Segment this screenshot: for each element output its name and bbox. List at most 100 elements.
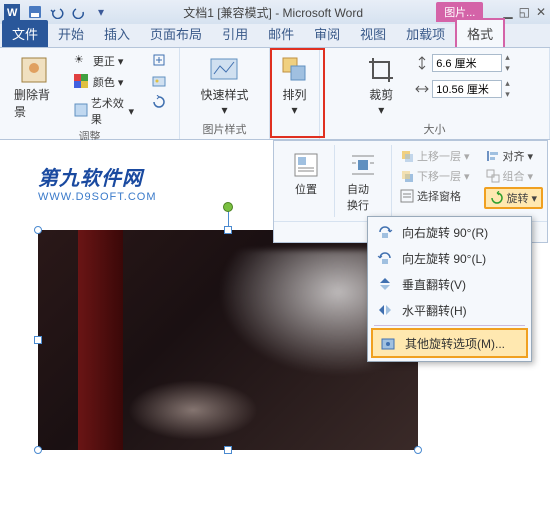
artistic-button[interactable]: 艺术效果▾ [71, 94, 137, 128]
layer-group: 上移一层▾ 下移一层▾ 选择窗格 [392, 145, 478, 217]
menu-flip-vertical[interactable]: 垂直翻转(V) [370, 271, 529, 297]
tab-layout[interactable]: 页面布局 [140, 20, 212, 47]
reset-pic-button[interactable] [149, 94, 171, 112]
wrap-text-button[interactable]: 自动换行 [341, 147, 385, 215]
backward-icon [400, 169, 414, 183]
ribbon: 删除背景 ☀更正▾ 颜色▾ 艺术效果▾ 调整 快速样式▾ 图片样式 排列▾ [0, 48, 550, 140]
undo-button[interactable] [48, 3, 66, 21]
handle-br[interactable] [414, 446, 422, 454]
handle-bl[interactable] [34, 446, 42, 454]
menu-rotate-left[interactable]: 向左旋转 90°(L) [370, 245, 529, 271]
handle-l[interactable] [34, 336, 42, 344]
rotate-left-icon [376, 249, 394, 267]
compress-icon [152, 53, 168, 69]
flip-h-icon [376, 301, 394, 319]
height-input[interactable] [432, 54, 502, 72]
crop-icon [365, 54, 397, 86]
rotate-icon [490, 191, 504, 205]
wrap-group: 自动换行 [335, 145, 392, 217]
stepper-icon[interactable]: ▴▾ [505, 78, 510, 100]
watermark-line2: WWW.D9SOFT.COM [38, 191, 157, 203]
group-size: 裁剪▾ ▴▾ ▴▾ 大小 [320, 48, 550, 139]
image-content [38, 230, 418, 450]
align-button[interactable]: 对齐▾ [484, 147, 544, 165]
svg-text:W: W [7, 7, 18, 19]
align-group: 对齐▾ 组合▾ 旋转▾ [478, 145, 550, 217]
ribbon-tabs: 文件 开始 插入 页面布局 引用 邮件 审阅 视图 加载项 格式 [0, 24, 550, 48]
picture-styles-label: 图片样式 [203, 121, 247, 137]
tab-file[interactable]: 文件 [2, 20, 48, 47]
more-rotation-icon [379, 334, 397, 352]
artistic-icon [74, 103, 88, 119]
remove-bg-button[interactable]: 删除背景 [8, 52, 61, 122]
tab-format[interactable]: 格式 [455, 18, 505, 47]
tab-addins[interactable]: 加载项 [396, 20, 455, 47]
group-adjust: 删除背景 ☀更正▾ 颜色▾ 艺术效果▾ 调整 [0, 48, 180, 139]
send-backward-button[interactable]: 下移一层▾ [398, 167, 472, 185]
group-button[interactable]: 组合▾ [484, 167, 544, 185]
align-icon [486, 149, 500, 163]
tab-review[interactable]: 审阅 [304, 20, 350, 47]
arrange-icon [279, 54, 311, 86]
width-input[interactable] [432, 80, 502, 98]
minimize-button[interactable]: ▁ [503, 5, 512, 19]
tab-insert[interactable]: 插入 [94, 20, 140, 47]
wrap-icon [347, 149, 379, 181]
restore-button[interactable]: ◱ [519, 5, 530, 19]
selection-icon [400, 189, 414, 203]
close-button[interactable]: ✕ [536, 5, 546, 19]
size-label: 大小 [424, 121, 446, 137]
position-button[interactable]: 位置 [284, 147, 328, 199]
tab-view[interactable]: 视图 [350, 20, 396, 47]
reset-icon [152, 95, 168, 111]
rotate-button[interactable]: 旋转▾ [484, 187, 544, 209]
tab-home[interactable]: 开始 [48, 20, 94, 47]
bring-forward-button[interactable]: 上移一层▾ [398, 147, 472, 165]
menu-more-rotation[interactable]: 其他旋转选项(M)... [371, 328, 528, 358]
crop-button[interactable]: 裁剪▾ [359, 52, 403, 119]
width-icon [415, 82, 429, 96]
position-group: 位置 [278, 145, 335, 217]
quick-access-toolbar: ▾ [26, 3, 110, 21]
rotation-handle[interactable] [223, 202, 233, 212]
window-controls: ▁ ◱ ✕ [503, 5, 546, 19]
change-pic-button[interactable] [149, 73, 171, 91]
height-icon [415, 56, 429, 70]
group-picture-styles: 快速样式▾ 图片样式 [180, 48, 270, 139]
menu-separator [374, 325, 525, 326]
color-icon [74, 74, 90, 90]
stepper-icon[interactable]: ▴▾ [505, 52, 510, 74]
group-icon [486, 169, 500, 183]
change-pic-icon [152, 74, 168, 90]
compress-button[interactable] [149, 52, 171, 70]
color-button[interactable]: 颜色▾ [71, 73, 137, 91]
qat-dropdown[interactable]: ▾ [92, 3, 110, 21]
group-arrange: 排列▾ [270, 48, 320, 139]
save-button[interactable] [26, 3, 44, 21]
word-icon: W [4, 4, 20, 20]
selected-image[interactable] [38, 230, 418, 450]
corrections-button[interactable]: ☀更正▾ [71, 52, 137, 70]
quick-styles-button[interactable]: 快速样式▾ [194, 52, 254, 119]
handle-b[interactable] [224, 446, 232, 454]
watermark-line1: 第九软件网 [38, 162, 157, 191]
tab-mail[interactable]: 邮件 [258, 20, 304, 47]
menu-rotate-right[interactable]: 向右旋转 90°(R) [370, 219, 529, 245]
handle-tl[interactable] [34, 226, 42, 234]
menu-flip-horizontal[interactable]: 水平翻转(H) [370, 297, 529, 323]
tab-references[interactable]: 引用 [212, 20, 258, 47]
arrange-button[interactable]: 排列▾ [273, 52, 317, 119]
window-title: 文档1 [兼容模式] - Microsoft Word [110, 4, 436, 21]
position-icon [290, 149, 322, 181]
brightness-icon: ☀ [74, 53, 90, 69]
selection-pane-button[interactable]: 选择窗格 [398, 187, 472, 205]
quick-styles-icon [208, 54, 240, 86]
remove-bg-icon [18, 54, 50, 86]
watermark: 第九软件网 WWW.D9SOFT.COM [38, 162, 157, 203]
flip-v-icon [376, 275, 394, 293]
handle-t[interactable] [224, 226, 232, 234]
rotate-dropdown: 向右旋转 90°(R) 向左旋转 90°(L) 垂直翻转(V) 水平翻转(H) … [367, 216, 532, 362]
redo-button[interactable] [70, 3, 88, 21]
rotate-right-icon [376, 223, 394, 241]
forward-icon [400, 149, 414, 163]
